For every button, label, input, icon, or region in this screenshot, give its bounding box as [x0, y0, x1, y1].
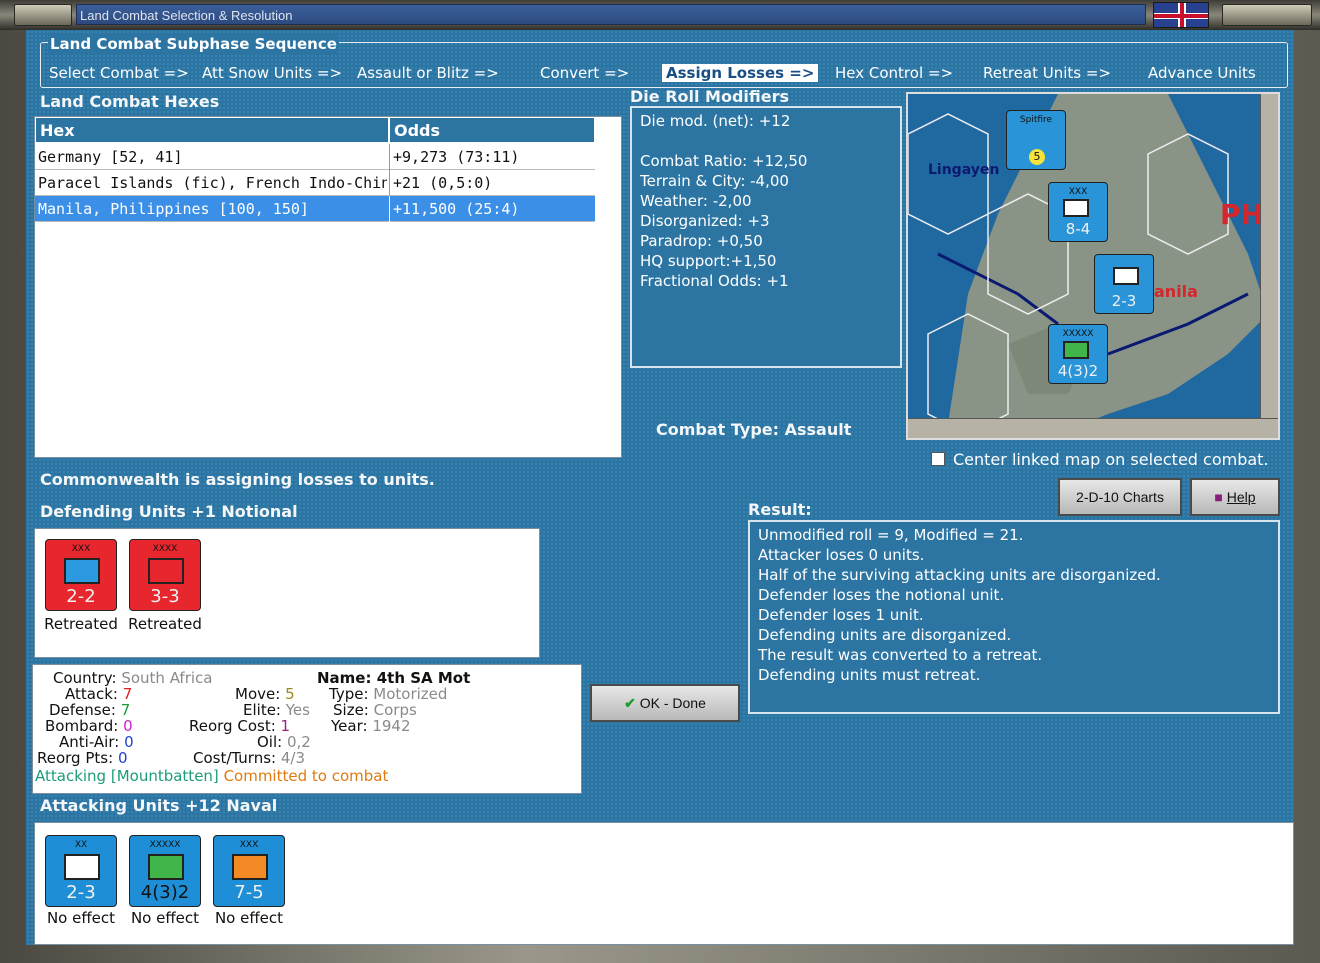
- sequence-title: Land Combat Subphase Sequence: [48, 35, 339, 53]
- result-panel: Unmodified roll = 9, Modified = 21. Atta…: [748, 520, 1280, 714]
- defending-title: Defending Units +1 Notional: [40, 502, 298, 521]
- hexes-table[interactable]: Hex Odds Germany [52, 41] +9,273 (73:11) …: [34, 116, 622, 458]
- drm-line: Paradrop: +0,50: [640, 232, 763, 250]
- attacking-unit-counter[interactable]: XXX 7-5: [213, 835, 285, 907]
- linked-map[interactable]: Lingayen anila PH Spitfire 5 XXX 8-4 2-3 X…: [906, 92, 1280, 440]
- drm-line: Terrain & City: -4,00: [640, 172, 789, 190]
- drm-line: Disorganized: +3: [640, 212, 770, 230]
- ok-done-button[interactable]: ✔ OK - Done: [590, 684, 740, 722]
- defending-unit-counter[interactable]: XXXX 3-3: [129, 539, 201, 611]
- map-hscroll[interactable]: [908, 418, 1278, 438]
- step-att-snow: Att Snow Units =>: [202, 64, 343, 82]
- attacking-unit-counter[interactable]: XXXXX 4(3)2: [129, 835, 201, 907]
- drm-net: Die mod. (net): +12: [640, 112, 791, 130]
- charts-button[interactable]: 2-D-10 Charts: [1058, 478, 1182, 516]
- step-assault-blitz: Assault or Blitz =>: [357, 64, 499, 82]
- center-linked-label: Center linked map on selected combat.: [953, 450, 1269, 469]
- map-counter-aus[interactable]: XXX 8-4: [1048, 182, 1108, 242]
- map-counter-1st-abn[interactable]: 2-3: [1094, 254, 1154, 314]
- result-line: Unmodified roll = 9, Modified = 21.: [758, 526, 1024, 544]
- drm-line: Combat Ratio: +12,50: [640, 152, 808, 170]
- unit-info-panel: Country: South Africa Attack: 7 Defense:…: [32, 664, 582, 794]
- drm-line: HQ support:+1,50: [640, 252, 777, 270]
- map-vscroll[interactable]: [1260, 94, 1278, 420]
- step-advance-units: Advance Units: [1148, 64, 1256, 82]
- check-icon: ✔: [624, 695, 636, 711]
- map-counter-mountbatten[interactable]: XXXXX 4(3)2: [1048, 324, 1108, 384]
- combat-type: Combat Type: Assault: [656, 420, 852, 439]
- info-reorgpts: Reorg Pts: 0: [37, 749, 128, 767]
- info-year: Year: 1942: [331, 717, 411, 735]
- result-title: Result:: [748, 500, 812, 519]
- result-line: Attacker loses 0 units.: [758, 546, 925, 564]
- drm-line: Weather: -2,00: [640, 192, 752, 210]
- help-button[interactable]: ■ Help: [1190, 478, 1280, 516]
- defending-units-panel[interactable]: XXX 2-2 XXXX 3-3 Retreated Retreated: [34, 528, 540, 658]
- map-label-manila: anila: [1154, 282, 1198, 301]
- result-line: Defending units are disorganized.: [758, 626, 1012, 644]
- map-label-ph: PH: [1220, 198, 1264, 231]
- col-odds[interactable]: Odds: [389, 117, 595, 143]
- result-line: Defender loses 1 unit.: [758, 606, 924, 624]
- info-cost: Cost/Turns: 4/3: [193, 749, 305, 767]
- attacking-units-panel[interactable]: XX 2-3 XXXXX 4(3)2 XXX 7-5 No effect No eff…: [34, 822, 1294, 945]
- step-convert: Convert =>: [540, 64, 630, 82]
- map-label-lingayen: Lingayen: [928, 162, 1000, 178]
- drm-title: Die Roll Modifiers: [630, 87, 790, 106]
- drm-line: Fractional Odds: +1: [640, 272, 789, 290]
- step-assign-losses: Assign Losses =>: [662, 64, 819, 82]
- center-linked-checkbox[interactable]: [931, 452, 945, 466]
- defending-unit-counter[interactable]: XXX 2-2: [45, 539, 117, 611]
- step-hex-control: Hex Control =>: [835, 64, 954, 82]
- drm-panel: Die mod. (net): +12 Combat Ratio: +12,50…: [630, 106, 902, 368]
- col-hex[interactable]: Hex: [35, 117, 389, 143]
- unit-status: No effect: [130, 909, 200, 927]
- table-row-selected[interactable]: Manila, Philippines [100, 150] +11,500 (2…: [35, 196, 595, 222]
- window-title: Land Combat Selection & Resolution: [76, 4, 1146, 25]
- unit-status: No effect: [46, 909, 116, 927]
- attacking-title: Attacking Units +12 Naval: [40, 796, 278, 815]
- unit-status: No effect: [214, 909, 284, 927]
- table-row[interactable]: Paracel Islands (fic), French Indo-China…: [35, 170, 595, 196]
- table-row[interactable]: Germany [52, 41] +9,273 (73:11): [35, 144, 595, 170]
- result-line: The result was converted to a retreat.: [758, 646, 1043, 664]
- status-message: Commonwealth is assigning losses to unit…: [40, 470, 435, 489]
- result-line: Defending units must retreat.: [758, 666, 981, 684]
- info-attacking: Attacking [Mountbatten] Committed to com…: [35, 767, 389, 785]
- title-bar: Land Combat Selection & Resolution: [0, 0, 1320, 30]
- attacking-unit-counter[interactable]: XX 2-3: [45, 835, 117, 907]
- result-line: Half of the surviving attacking units ar…: [758, 566, 1161, 584]
- step-retreat-units: Retreat Units =>: [983, 64, 1112, 82]
- help-book-icon: ■: [1214, 489, 1223, 505]
- unit-status: Retreated: [128, 615, 202, 633]
- result-line: Defender loses the notional unit.: [758, 586, 1005, 604]
- map-counter-spitfire[interactable]: Spitfire 5: [1006, 110, 1066, 170]
- main-panel: Land Combat Subphase Sequence Select Com…: [26, 30, 1294, 945]
- system-menu-button[interactable]: [14, 4, 72, 26]
- window-controls[interactable]: [1222, 4, 1312, 26]
- unit-status: Retreated: [44, 615, 118, 633]
- uk-flag-icon: [1153, 2, 1209, 28]
- step-select-combat: Select Combat =>: [49, 64, 189, 82]
- hexes-title: Land Combat Hexes: [40, 92, 220, 111]
